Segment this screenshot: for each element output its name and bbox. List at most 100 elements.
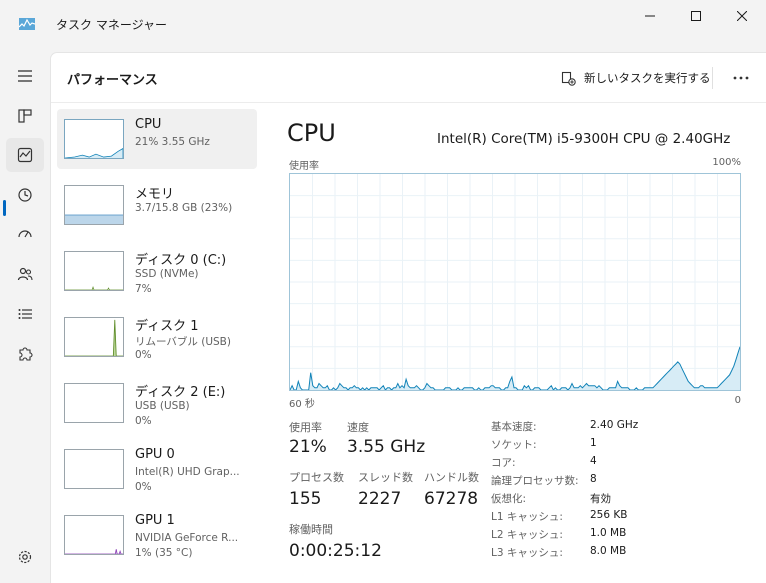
spec-key: L3 キャッシュ: [491,547,563,559]
processes-value: 155 [289,489,322,509]
run-new-task-button[interactable]: 新しいタスクを実行する [561,65,711,91]
close-button[interactable] [720,4,764,28]
device-name: ディスク 2 (E:) [135,385,226,400]
device-name: GPU 1 [135,513,175,528]
device-detail: リムーバブル (USB) [135,336,231,348]
spec-value: 有効 [590,493,611,505]
device-detail: 21% 3.55 GHz [135,136,210,148]
device-disk-1[interactable]: ディスク 1 リムーバブル (USB) 0% [57,307,257,367]
processes-icon [18,109,32,123]
cpu-model-name: Intel(R) Core(TM) i5-9300H CPU @ 2.40GHz [437,131,731,147]
more-options-button[interactable] [727,65,755,91]
usage-value: 21% [289,437,327,457]
navigation-rail [0,52,50,583]
device-memory[interactable]: メモリ 3.7/15.8 GB (23%) [57,175,257,235]
device-name: CPU [135,117,162,132]
uptime-label: 稼働時間 [289,523,333,536]
spec-value: 8.0 MB [590,545,627,557]
page-title: パフォーマンス [67,73,158,88]
device-gpu-0[interactable]: GPU 0 Intel(R) UHD Grap... 0% [57,439,257,499]
device-detail: NVIDIA GeForce R... [135,532,239,544]
device-gpu-1-thumbnail [64,515,124,555]
device-name: ディスク 0 (C:) [135,253,227,268]
graph-label: 使用率 [289,161,319,172]
hamburger-icon [18,70,32,82]
processes-label: プロセス数 [289,471,344,484]
device-usage: 7% [135,283,152,295]
spec-value: 1 [590,437,597,449]
nav-users[interactable] [6,257,44,291]
minimize-icon [645,15,655,17]
title-bar: タスク マネージャー [0,0,766,52]
nav-services[interactable] [6,337,44,371]
cpu-usage-graph [289,173,741,391]
history-icon [18,188,32,202]
more-dots-icon [733,76,749,80]
users-icon [17,267,33,281]
device-disk-0[interactable]: ディスク 0 (C:) SSD (NVMe) 7% [57,241,257,301]
spec-key: 論理プロセッサ数: [491,475,579,487]
device-disk-2[interactable]: ディスク 2 (E:) USB (USB) 0% [57,373,257,433]
gear-icon [18,550,32,564]
device-usage: 0% [135,415,152,427]
device-usage: 0% [135,349,152,361]
graph-time-start: 60 秒 [289,399,315,410]
device-gpu-1[interactable]: GPU 1 NVIDIA GeForce R... 1% (35 °C) [57,505,257,565]
speed-value: 3.55 GHz [347,437,426,457]
device-detail: SSD (NVMe) [135,268,199,280]
device-usage: 1% (35 °C) [135,547,193,559]
spec-value: 4 [590,455,597,467]
graph-max-label: 100% [712,157,741,168]
task-manager-app-icon [19,18,35,30]
close-icon [737,11,747,21]
spec-key: 仮想化: [491,493,527,505]
minimize-button[interactable] [628,4,672,28]
device-name: メモリ [135,187,175,202]
spec-value: 2.40 GHz [590,419,639,431]
nav-settings[interactable] [6,540,44,574]
device-name: GPU 0 [135,447,175,462]
device-usage: 0% [135,481,152,493]
page-header: パフォーマンス 新しいタスクを実行する [51,53,766,103]
handles-value: 67278 [424,489,479,509]
main-panel: パフォーマンス 新しいタスクを実行する CPU 21% 3.55 GHz メモリ… [50,52,766,583]
nav-processes[interactable] [6,99,44,133]
uptime-value: 0:00:25:12 [289,541,382,561]
spec-value: 1.0 MB [590,527,627,539]
maximize-button[interactable] [674,4,718,28]
spec-key: L2 キャッシュ: [491,529,563,541]
nav-startup-apps[interactable] [6,217,44,251]
services-puzzle-icon [19,347,33,361]
threads-value: 2227 [358,489,402,509]
device-disk-1-thumbnail [64,317,124,357]
spec-value: 256 KB [590,509,628,521]
device-disk-2-thumbnail [64,383,124,423]
device-cpu[interactable]: CPU 21% 3.55 GHz [57,109,257,169]
threads-label: スレッド数 [358,471,413,484]
device-gpu-0-thumbnail [64,449,124,489]
window-title: タスク マネージャー [56,18,167,32]
device-detail: Intel(R) UHD Grap... [135,466,240,478]
nav-performance[interactable] [6,138,44,172]
hamburger-menu-button[interactable] [6,59,44,93]
device-memory-thumbnail [64,185,124,225]
startup-gauge-icon [18,230,32,238]
nav-details[interactable] [6,297,44,331]
new-task-icon [561,71,576,86]
performance-icon [17,147,33,163]
device-detail: USB (USB) [135,400,190,412]
device-name: ディスク 1 [135,319,199,334]
speed-label: 速度 [347,421,369,434]
spec-key: L1 キャッシュ: [491,511,563,523]
header-divider [712,67,713,89]
device-disk-0-thumbnail [64,251,124,291]
graph-time-end: 0 [734,395,741,406]
maximize-icon [691,11,701,21]
detail-title: CPU [287,119,336,147]
spec-key: ソケット: [491,439,537,451]
spec-key: コア: [491,457,516,469]
details-list-icon [18,309,32,319]
handles-label: ハンドル数 [424,471,479,484]
nav-app-history[interactable] [6,178,44,212]
device-detail: 3.7/15.8 GB (23%) [135,202,233,214]
